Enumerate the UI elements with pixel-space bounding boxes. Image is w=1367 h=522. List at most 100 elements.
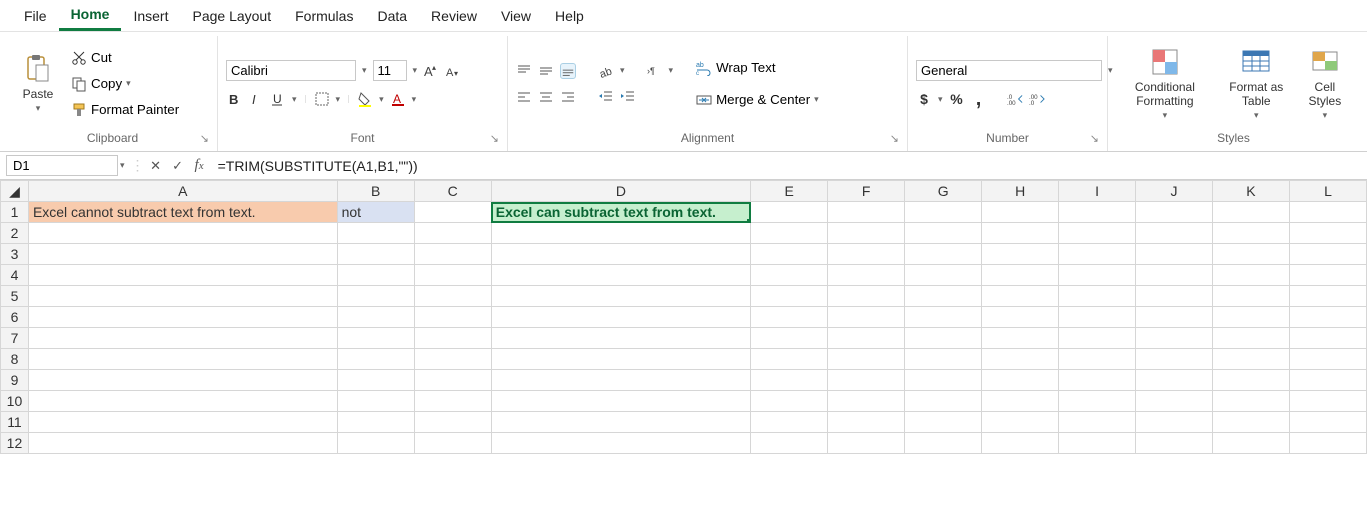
- align-right-button[interactable]: [560, 89, 576, 105]
- cell[interactable]: [828, 265, 905, 286]
- cell[interactable]: [1212, 244, 1289, 265]
- cell[interactable]: [1059, 307, 1136, 328]
- cell[interactable]: [491, 286, 750, 307]
- tab-view[interactable]: View: [489, 2, 543, 30]
- cell[interactable]: [491, 391, 750, 412]
- cell[interactable]: [828, 307, 905, 328]
- cell[interactable]: [1289, 223, 1366, 244]
- cell[interactable]: [1059, 391, 1136, 412]
- col-header-F[interactable]: F: [828, 181, 905, 202]
- cell[interactable]: [28, 349, 337, 370]
- cell[interactable]: [1059, 433, 1136, 454]
- cell-styles-button[interactable]: Cell Styles▾: [1299, 42, 1351, 125]
- cell-B1[interactable]: not: [337, 202, 414, 223]
- tab-formulas[interactable]: Formulas: [283, 2, 365, 30]
- cell[interactable]: [28, 244, 337, 265]
- cell[interactable]: [982, 391, 1059, 412]
- cell[interactable]: [337, 370, 414, 391]
- chevron-down-icon[interactable]: ▾: [362, 65, 367, 76]
- fill-color-button[interactable]: [357, 91, 373, 107]
- tab-review[interactable]: Review: [419, 2, 489, 30]
- accounting-format-button[interactable]: $: [916, 91, 932, 107]
- chevron-down-icon[interactable]: ▾: [336, 94, 341, 105]
- col-header-G[interactable]: G: [905, 181, 982, 202]
- cell[interactable]: [828, 286, 905, 307]
- select-all-corner[interactable]: ◢: [1, 181, 29, 202]
- cell[interactable]: [982, 349, 1059, 370]
- cell[interactable]: [1136, 370, 1213, 391]
- cell[interactable]: [28, 265, 337, 286]
- format-as-table-button[interactable]: Format as Table▾: [1220, 42, 1293, 125]
- orientation-button[interactable]: ab: [598, 63, 614, 79]
- align-left-button[interactable]: [516, 89, 532, 105]
- cell[interactable]: [1212, 223, 1289, 244]
- cell[interactable]: [982, 370, 1059, 391]
- cell[interactable]: [414, 307, 491, 328]
- copy-button[interactable]: Copy ▾: [66, 73, 184, 95]
- merge-center-button[interactable]: Merge & Center ▾: [691, 89, 824, 111]
- cell[interactable]: [1136, 349, 1213, 370]
- cell[interactable]: [751, 223, 828, 244]
- cell[interactable]: [905, 433, 982, 454]
- tab-help[interactable]: Help: [543, 2, 596, 30]
- chevron-down-icon[interactable]: ▾: [620, 65, 625, 76]
- cell[interactable]: [28, 307, 337, 328]
- cell[interactable]: [905, 412, 982, 433]
- increase-decimal-button[interactable]: .0.00: [1007, 91, 1023, 107]
- cell[interactable]: [905, 328, 982, 349]
- conditional-formatting-button[interactable]: Conditional Formatting▾: [1116, 42, 1214, 125]
- cell[interactable]: [751, 286, 828, 307]
- cell[interactable]: [828, 328, 905, 349]
- cell[interactable]: [1136, 412, 1213, 433]
- cell[interactable]: [1059, 412, 1136, 433]
- chevron-down-icon[interactable]: ▾: [413, 65, 418, 76]
- cell[interactable]: [1136, 286, 1213, 307]
- col-header-A[interactable]: A: [28, 181, 337, 202]
- cell[interactable]: [491, 223, 750, 244]
- cell[interactable]: [1136, 265, 1213, 286]
- cell[interactable]: [414, 265, 491, 286]
- wrap-text-button[interactable]: abc Wrap Text: [691, 57, 824, 79]
- cell-L1[interactable]: [1289, 202, 1366, 223]
- cell[interactable]: [1212, 307, 1289, 328]
- cell[interactable]: [905, 370, 982, 391]
- cell[interactable]: [28, 412, 337, 433]
- format-painter-button[interactable]: Format Painter: [66, 99, 184, 121]
- cell[interactable]: [337, 307, 414, 328]
- cell[interactable]: [491, 370, 750, 391]
- cell[interactable]: [414, 349, 491, 370]
- cell[interactable]: [828, 370, 905, 391]
- cell[interactable]: [491, 265, 750, 286]
- cell[interactable]: [414, 391, 491, 412]
- cell-G1[interactable]: [905, 202, 982, 223]
- underline-button[interactable]: U: [270, 91, 286, 107]
- cell[interactable]: [751, 391, 828, 412]
- align-bottom-button[interactable]: [560, 63, 576, 79]
- row-header-12[interactable]: 12: [1, 433, 29, 454]
- cell[interactable]: [1059, 265, 1136, 286]
- cell[interactable]: [1212, 349, 1289, 370]
- cell[interactable]: [905, 265, 982, 286]
- cell[interactable]: [1289, 349, 1366, 370]
- cell[interactable]: [828, 412, 905, 433]
- tab-file[interactable]: File: [12, 2, 59, 30]
- cell-C1[interactable]: [414, 202, 491, 223]
- cell[interactable]: [28, 433, 337, 454]
- tab-home[interactable]: Home: [59, 0, 122, 31]
- cell[interactable]: [1136, 391, 1213, 412]
- cell[interactable]: [337, 349, 414, 370]
- comma-format-button[interactable]: ,: [971, 91, 987, 107]
- cell[interactable]: [414, 244, 491, 265]
- col-header-E[interactable]: E: [751, 181, 828, 202]
- row-header-4[interactable]: 4: [1, 265, 29, 286]
- chevron-down-icon[interactable]: ▾: [379, 94, 384, 105]
- align-top-button[interactable]: [516, 63, 532, 79]
- align-middle-button[interactable]: [538, 63, 554, 79]
- cell[interactable]: [828, 244, 905, 265]
- cell-F1[interactable]: [828, 202, 905, 223]
- cell[interactable]: [1136, 433, 1213, 454]
- cell[interactable]: [1059, 286, 1136, 307]
- font-size-combo[interactable]: [373, 60, 407, 81]
- cell[interactable]: [751, 328, 828, 349]
- cell[interactable]: [982, 244, 1059, 265]
